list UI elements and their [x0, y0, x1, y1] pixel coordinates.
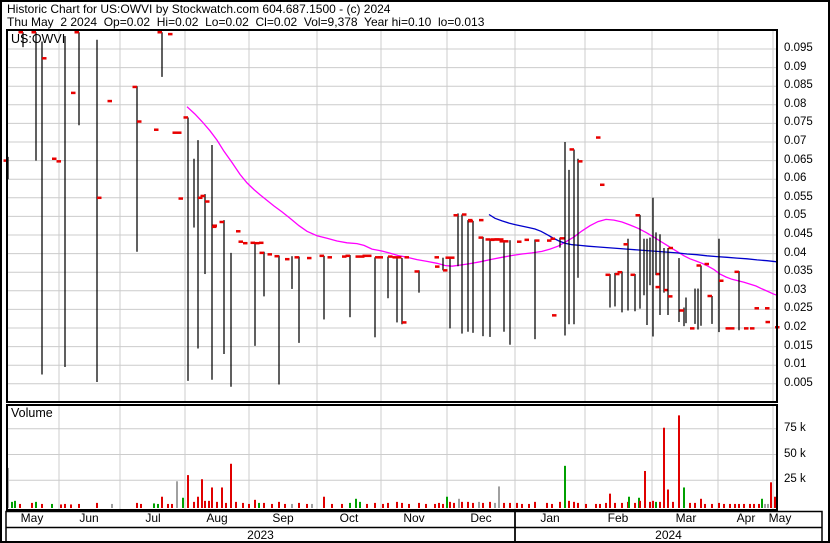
price-axis-label: 0.025 [784, 302, 813, 315]
price-axis-label: 0.08 [784, 97, 807, 110]
volume-axis-label: 25 k [784, 473, 806, 486]
year-label: 2024 [655, 528, 682, 542]
price-axis-label: 0.09 [784, 60, 807, 73]
price-axis-label: 0.035 [784, 265, 813, 278]
price-axis-label: 0.075 [784, 116, 813, 129]
month-label: Jul [145, 511, 161, 525]
price-axis-label: 0.07 [784, 135, 807, 147]
price-axis-label: 0.005 [784, 376, 813, 389]
month-label: Sep [272, 511, 294, 525]
month-label: May [20, 511, 44, 525]
volume-pane-label: Volume [11, 406, 53, 420]
stockwatch-historic-chart-window: Historic Chart for US:OWVI by Stockwatch… [0, 0, 830, 543]
price-axis-label: 0.095 [784, 42, 813, 54]
price-axis-label: 0.055 [784, 190, 813, 203]
price-axis-label: 0.015 [784, 339, 813, 352]
price-axis-label: 0.05 [784, 209, 807, 222]
volume-pane-frame [6, 404, 778, 511]
long-term-ma [186, 106, 778, 296]
price-axis-label: 0.045 [784, 228, 813, 240]
volume-axis-label: 75 k [784, 421, 806, 434]
month-label: Jun [79, 511, 99, 525]
month-label: Aug [206, 511, 228, 525]
price-axis-label: 0.04 [784, 246, 807, 259]
price-axis-label: 0.03 [784, 283, 807, 296]
month-label: May [768, 511, 792, 525]
price-axis-label: 0.085 [784, 79, 813, 92]
month-label: Feb [607, 511, 629, 525]
header-quote-line: Thu May 2 2024 Op=0.02 Hi=0.02 Lo=0.02 C… [7, 15, 485, 29]
price-axis-label: 0.065 [784, 153, 813, 166]
price-axis-label: 0.01 [784, 358, 807, 371]
month-label: Nov [403, 511, 425, 525]
year-label: 2023 [247, 528, 274, 542]
month-label: Dec [470, 511, 492, 525]
month-label: Jan [540, 511, 560, 525]
month-label: Mar [675, 511, 697, 525]
volume-axis-label: 50 k [784, 447, 806, 460]
symbol-label: US:OWVI [11, 32, 66, 46]
price-axis-label: 0.06 [784, 172, 807, 185]
chart-canvas [3, 29, 823, 541]
price-axis-label: 0.02 [784, 321, 807, 333]
short-term-ma [488, 213, 778, 263]
month-label: Apr [736, 511, 756, 525]
month-label: Oct [339, 511, 359, 525]
